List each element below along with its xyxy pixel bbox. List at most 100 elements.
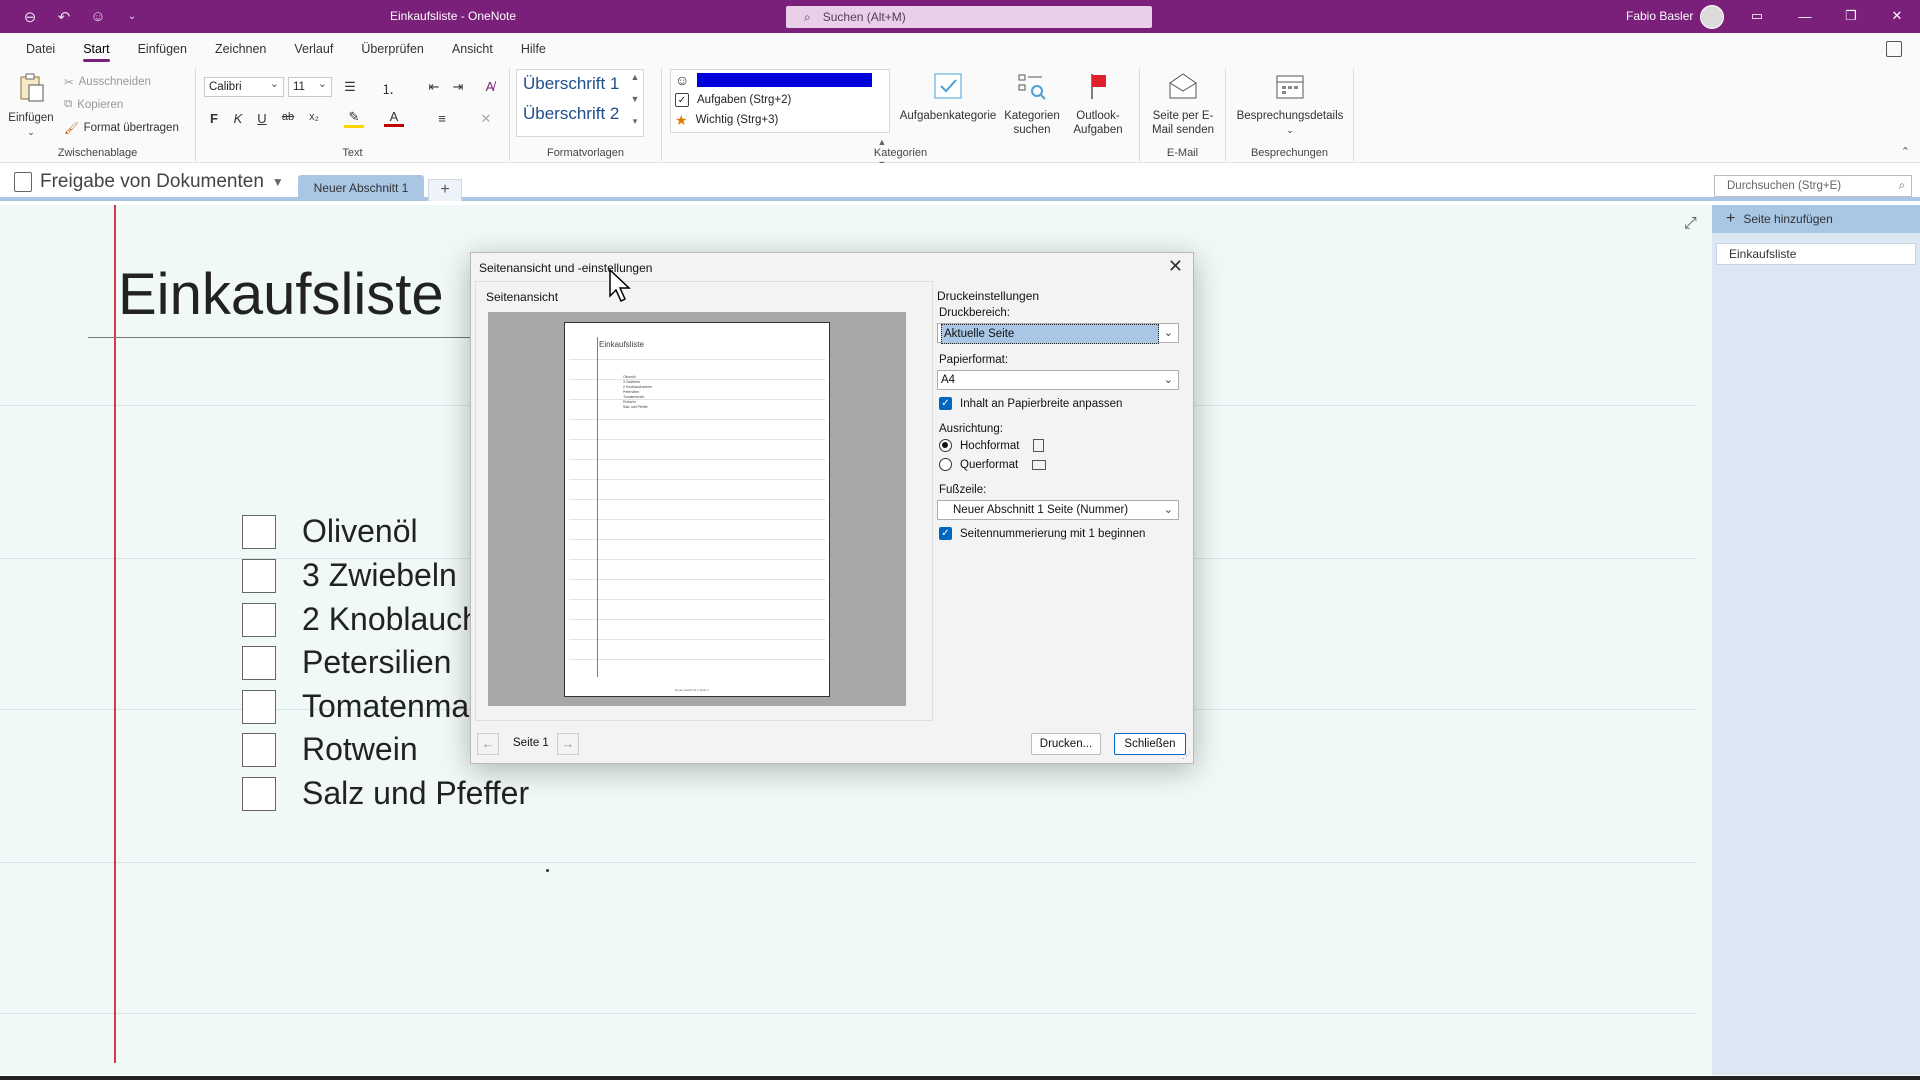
- todo-item[interactable]: Rotwein: [242, 731, 418, 768]
- todo-item[interactable]: Tomatenma: [242, 688, 469, 725]
- add-section-button[interactable]: +: [428, 179, 462, 201]
- font-color-icon[interactable]: A: [384, 109, 404, 127]
- tag-row-important[interactable]: ★ Wichtig (Strg+3): [671, 110, 889, 130]
- todo-checkbox[interactable]: [242, 732, 276, 767]
- todo-item[interactable]: Olivenöl: [242, 513, 418, 550]
- strikethrough-button[interactable]: ab: [278, 111, 298, 123]
- page-search-input[interactable]: Durchsuchen (Strg+E) ⌕: [1714, 175, 1912, 197]
- next-page-button[interactable]: →: [557, 733, 579, 755]
- format-painter-button[interactable]: 🖌 Format übertragen: [64, 121, 179, 135]
- tag-row-highlighted[interactable]: ☺: [671, 70, 889, 90]
- style-heading-2[interactable]: Überschrift 2: [517, 100, 643, 130]
- previous-page-button[interactable]: ←: [477, 733, 499, 755]
- bullets-icon[interactable]: ☰: [340, 79, 360, 95]
- preview-footer: Neuer Abschnitt 1 Seite 1: [675, 688, 709, 692]
- paper-format-value: A4: [941, 374, 956, 386]
- email-page-button[interactable]: Seite per E- Mail senden: [1146, 71, 1220, 137]
- minimize-icon[interactable]: —: [1790, 6, 1820, 26]
- todo-checkbox[interactable]: [242, 645, 276, 680]
- collapse-ribbon-icon[interactable]: ⌃: [1901, 145, 1910, 158]
- fit-width-checkbox[interactable]: ✓ Inhalt an Papierbreite anpassen: [939, 397, 1122, 410]
- todo-item[interactable]: 3 Zwiebeln: [242, 557, 457, 594]
- todo-item[interactable]: Salz und Pfeffer: [242, 775, 529, 812]
- resize-grip-icon[interactable]: ⋰: [1182, 750, 1191, 761]
- start-numbering-checkbox[interactable]: ✓ Seitennummerierung mit 1 beginnen: [939, 527, 1145, 540]
- landscape-radio[interactable]: Querformat: [939, 458, 1047, 471]
- print-button[interactable]: Drucken...: [1031, 733, 1101, 755]
- italic-button[interactable]: K: [228, 111, 248, 126]
- restore-icon[interactable]: ❐: [1836, 6, 1866, 26]
- undo-icon[interactable]: ↶: [52, 5, 76, 29]
- tab-verlauf[interactable]: Verlauf: [280, 33, 347, 65]
- numbering-icon[interactable]: ⒈: [378, 79, 398, 98]
- find-tags-label-2: suchen: [1013, 124, 1051, 136]
- avatar[interactable]: [1700, 5, 1724, 29]
- paper-format-select[interactable]: A4 ⌄: [937, 370, 1179, 390]
- close-icon[interactable]: ✕: [1168, 256, 1183, 277]
- cut-button[interactable]: ✂ Ausschneiden: [64, 75, 151, 89]
- task-category-button[interactable]: Aufgabenkategorie: [898, 71, 998, 123]
- user-name[interactable]: Fabio Basler: [1626, 9, 1693, 23]
- tab-start[interactable]: Start: [69, 33, 123, 65]
- todo-checkbox[interactable]: [242, 514, 276, 549]
- paper-line: [569, 499, 825, 500]
- section-tab[interactable]: Neuer Abschnitt 1: [298, 175, 424, 201]
- start-numbering-label: Seitennummerierung mit 1 beginnen: [960, 527, 1146, 540]
- find-tags-button[interactable]: Kategorien suchen: [1000, 71, 1064, 137]
- group-label-email: E-Mail: [1166, 147, 1199, 159]
- close-button[interactable]: Schließen: [1114, 733, 1186, 755]
- tab-einfuegen[interactable]: Einfügen: [124, 33, 201, 65]
- tag-row-tasks[interactable]: ✓ Aufgaben (Strg+2): [671, 90, 889, 110]
- tab-zeichnen[interactable]: Zeichnen: [201, 33, 280, 65]
- subscript-button[interactable]: x₂: [304, 111, 324, 123]
- todo-checkbox[interactable]: [242, 602, 276, 637]
- notebook-selector[interactable]: Freigabe von Dokumenten ▼: [14, 171, 284, 193]
- rule-line: [0, 862, 1695, 863]
- increase-indent-icon[interactable]: ⇥: [448, 79, 468, 95]
- paste-button[interactable]: Einfügen ⌄: [6, 73, 56, 139]
- outlook-tasks-button[interactable]: Outlook- Aufgaben: [1064, 71, 1132, 137]
- page-title[interactable]: Einkaufsliste: [118, 261, 444, 328]
- portrait-radio[interactable]: Hochformat: [939, 439, 1045, 452]
- style-heading-1[interactable]: Überschrift 1: [517, 70, 643, 100]
- tab-ansicht[interactable]: Ansicht: [438, 33, 507, 65]
- global-search-box[interactable]: ⌕ Suchen (Alt+M): [786, 6, 1152, 28]
- todo-checkbox[interactable]: [242, 689, 276, 724]
- tab-ueberpruefen[interactable]: Überprüfen: [347, 33, 438, 65]
- back-icon[interactable]: ⊖: [18, 5, 42, 29]
- tab-hilfe[interactable]: Hilfe: [507, 33, 560, 65]
- gallery-up-icon[interactable]: ▲: [629, 72, 641, 82]
- task-category-icon: [934, 73, 962, 99]
- ribbon-display-icon[interactable]: ▭: [1742, 6, 1772, 26]
- group-email: Seite per E- Mail senden E-Mail: [1140, 69, 1226, 161]
- delete-icon[interactable]: ✕: [476, 111, 496, 127]
- tags-up-icon[interactable]: ▲: [876, 137, 888, 147]
- todo-checkbox[interactable]: [242, 776, 276, 811]
- bold-button[interactable]: F: [204, 111, 224, 126]
- gallery-more-icon[interactable]: ▾: [629, 116, 641, 127]
- font-size-select[interactable]: 11: [288, 75, 332, 97]
- customize-toolbar-icon[interactable]: ⌄: [120, 5, 144, 29]
- clear-formatting-icon[interactable]: A̸: [480, 79, 500, 94]
- underline-button[interactable]: U: [252, 111, 272, 126]
- todo-checkbox[interactable]: [242, 558, 276, 593]
- footer-select[interactable]: Neuer Abschnitt 1 Seite (Nummer) ⌄: [937, 500, 1179, 520]
- todo-item[interactable]: Petersilien: [242, 644, 451, 681]
- print-range-select[interactable]: Aktuelle Seite ⌄: [937, 323, 1179, 344]
- decrease-indent-icon[interactable]: ⇤: [424, 79, 444, 95]
- group-label-styles: Formatvorlagen: [546, 147, 625, 159]
- meeting-details-button[interactable]: Besprechungsdetails ⌄: [1232, 71, 1348, 137]
- align-icon[interactable]: ≡: [432, 111, 452, 126]
- page-item[interactable]: Einkaufsliste: [1716, 243, 1916, 265]
- sticky-notes-icon[interactable]: [1886, 41, 1902, 57]
- emoji-icon[interactable]: ☺: [86, 5, 110, 29]
- close-window-icon[interactable]: ✕: [1882, 6, 1912, 26]
- font-family-select[interactable]: Calibri: [204, 75, 284, 97]
- tab-datei[interactable]: Datei: [12, 33, 69, 65]
- highlight-icon[interactable]: ✎: [344, 109, 364, 128]
- add-page-button[interactable]: + Seite hinzufügen: [1712, 205, 1920, 233]
- copy-button[interactable]: ⧉ Kopieren: [64, 98, 123, 111]
- gallery-down-icon[interactable]: ▼: [629, 94, 641, 104]
- expand-icon[interactable]: ⤢: [1684, 215, 1697, 233]
- todo-item[interactable]: 2 Knoblauch: [242, 601, 480, 638]
